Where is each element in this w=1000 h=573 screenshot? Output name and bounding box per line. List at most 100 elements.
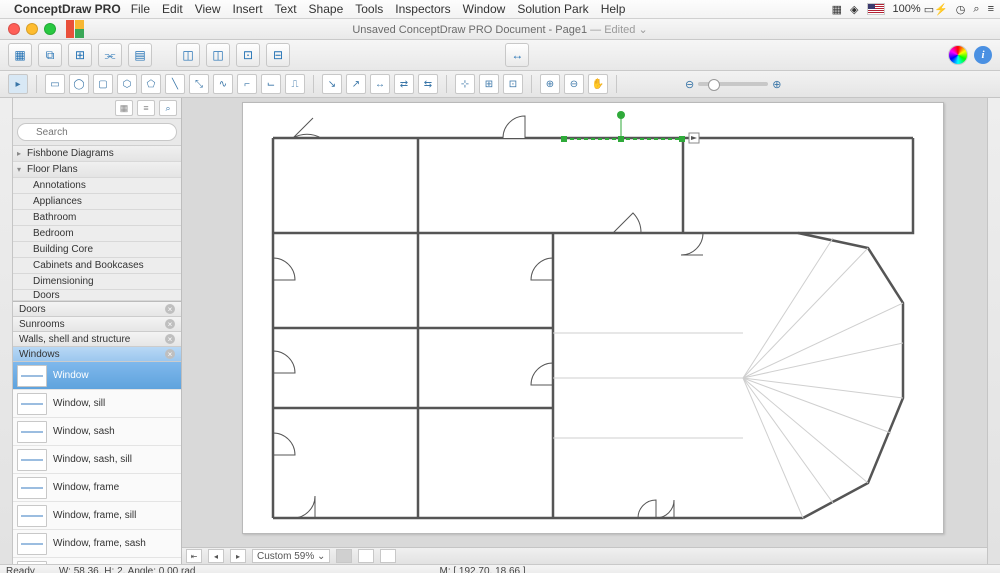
shape-item[interactable]: Window [13, 362, 181, 390]
left-tab-strip[interactable] [0, 98, 13, 564]
tree-item[interactable]: Building Core [13, 242, 181, 258]
menu-view[interactable]: View [195, 2, 221, 16]
page-tab-2[interactable] [358, 549, 374, 563]
menu-tools[interactable]: Tools [355, 2, 383, 16]
close-icon[interactable]: × [165, 334, 175, 344]
page-first-button[interactable]: ⇤ [186, 549, 202, 563]
shape-item[interactable]: Window, frame [13, 474, 181, 502]
color-picker-button[interactable] [948, 45, 968, 65]
tool-ungroup[interactable]: ⊟ [266, 43, 290, 67]
panel-view-list-button[interactable]: ≡ [137, 100, 155, 116]
tool-arrow5[interactable]: ⇆ [418, 74, 438, 94]
zoom-level-dropdown[interactable]: Custom 59% ⌄ [252, 549, 330, 563]
tool-arrow2[interactable]: ↗ [346, 74, 366, 94]
tree-item[interactable]: Bedroom [13, 226, 181, 242]
panel-view-grid-button[interactable]: ▦ [115, 100, 133, 116]
category-sunrooms[interactable]: Sunrooms× [13, 317, 181, 332]
tool-conn1[interactable]: ⌐ [237, 74, 257, 94]
zoom-slider[interactable] [698, 82, 768, 86]
tool-hand[interactable]: ✋ [588, 74, 608, 94]
tree-item[interactable]: Annotations [13, 178, 181, 194]
search-input[interactable] [17, 123, 177, 141]
tool-chain[interactable]: ⫘ [98, 43, 122, 67]
menu-window[interactable]: Window [463, 2, 506, 16]
tool-ellipse[interactable]: ◯ [69, 74, 89, 94]
zoom-window-button[interactable] [44, 23, 56, 35]
menu-edit[interactable]: Edit [162, 2, 183, 16]
close-window-button[interactable] [8, 23, 20, 35]
input-source-flag[interactable] [867, 3, 885, 15]
tool-arrow3[interactable]: ↔ [370, 74, 390, 94]
menu-inspectors[interactable]: Inspectors [395, 2, 450, 16]
page-prev-button[interactable]: ◂ [208, 549, 224, 563]
tree-group-floorplans[interactable]: ▾Floor Plans [13, 162, 181, 178]
tool-arrange-right[interactable]: ◫ [206, 43, 230, 67]
tool-arrange-left[interactable]: ◫ [176, 43, 200, 67]
close-icon[interactable]: × [165, 319, 175, 329]
page[interactable] [242, 102, 944, 534]
tool-width[interactable]: ↔ [505, 43, 529, 67]
menu-solution-park[interactable]: Solution Park [517, 2, 588, 16]
category-windows[interactable]: Windows× [13, 347, 181, 362]
menu-help[interactable]: Help [601, 2, 626, 16]
tool-copy[interactable]: ⧉ [38, 43, 62, 67]
document-title[interactable]: Unsaved ConceptDraw PRO Document - Page1… [352, 23, 647, 36]
menu-file[interactable]: File [131, 2, 150, 16]
tree-item[interactable]: Appliances [13, 194, 181, 210]
tool-conn2[interactable]: ⌙ [261, 74, 281, 94]
shape-item[interactable]: Window, frame, sash [13, 530, 181, 558]
tool-zoom-out[interactable]: ⊖ [564, 74, 584, 94]
tool-snap1[interactable]: ⊹ [455, 74, 475, 94]
tool-group[interactable]: ⊡ [236, 43, 260, 67]
tool-tree[interactable]: ⊞ [68, 43, 92, 67]
page-next-button[interactable]: ▸ [230, 549, 246, 563]
tool-pointer[interactable]: ▦ [8, 43, 32, 67]
menu-shape[interactable]: Shape [309, 2, 344, 16]
app-menu[interactable]: ConceptDraw PRO [14, 2, 121, 16]
tree-item[interactable]: Cabinets and Bookcases [13, 258, 181, 274]
close-icon[interactable]: × [165, 349, 175, 359]
spotlight-icon[interactable]: ▦ [832, 3, 842, 16]
tool-layers[interactable]: ▤ [128, 43, 152, 67]
category-doors[interactable]: Doors× [13, 302, 181, 317]
shape-item[interactable]: Window, frame, sash, sill [13, 558, 181, 564]
menu-insert[interactable]: Insert [233, 2, 263, 16]
tool-rounded[interactable]: ▢ [93, 74, 113, 94]
tree-item[interactable]: Doors [13, 290, 181, 301]
tool-line1[interactable]: ╲ [165, 74, 185, 94]
menu-icon[interactable]: ≡ [988, 3, 994, 15]
zoom-in-icon[interactable]: ⊕ [772, 78, 781, 91]
tree-group-fishbone[interactable]: ▸Fishbone Diagrams [13, 146, 181, 162]
panel-search-button[interactable]: ⌕ [159, 100, 177, 116]
shape-item[interactable]: Window, sash, sill [13, 446, 181, 474]
tool-conn3[interactable]: ⎍ [285, 74, 305, 94]
tool-rect[interactable]: ▭ [45, 74, 65, 94]
close-icon[interactable]: × [165, 304, 175, 314]
tree-item[interactable]: Bathroom [13, 210, 181, 226]
info-button[interactable]: i [974, 46, 992, 64]
search-icon[interactable]: ⌕ [973, 3, 979, 16]
battery-status[interactable]: 100% ▭⚡ [893, 3, 948, 16]
shape-item[interactable]: Window, frame, sill [13, 502, 181, 530]
tool-poly2[interactable]: ⬠ [141, 74, 161, 94]
clock-icon[interactable]: ◷ [956, 3, 966, 16]
tool-snap3[interactable]: ⊡ [503, 74, 523, 94]
page-tab-3[interactable] [380, 549, 396, 563]
tool-snap2[interactable]: ⊞ [479, 74, 499, 94]
zoom-out-icon[interactable]: ⊖ [685, 78, 694, 91]
right-tab-strip[interactable] [987, 98, 1000, 564]
tool-curve[interactable]: ∿ [213, 74, 233, 94]
tool-arrow4[interactable]: ⇄ [394, 74, 414, 94]
page-tab-1[interactable] [336, 549, 352, 563]
tree-item[interactable]: Dimensioning [13, 274, 181, 290]
wifi-icon[interactable]: ◈ [850, 3, 858, 16]
tool-zoom-in[interactable]: ⊕ [540, 74, 560, 94]
tool-poly1[interactable]: ⬡ [117, 74, 137, 94]
shape-item[interactable]: Window, sash [13, 418, 181, 446]
tool-select-arrow[interactable]: ▸ [8, 74, 28, 94]
shape-item[interactable]: Window, sill [13, 390, 181, 418]
tool-arrow1[interactable]: ↘ [322, 74, 342, 94]
category-walls[interactable]: Walls, shell and structure× [13, 332, 181, 347]
menu-text[interactable]: Text [275, 2, 297, 16]
tool-line2[interactable]: ⤡ [189, 74, 209, 94]
